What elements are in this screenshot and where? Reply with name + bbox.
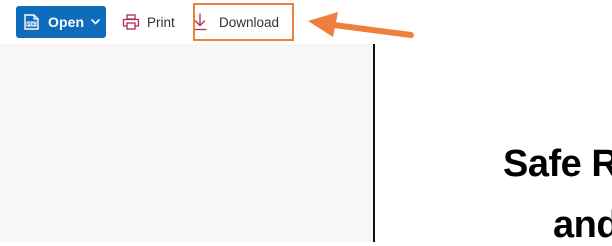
chevron-down-icon[interactable] (91, 19, 100, 25)
document-title-line-2: and (553, 204, 612, 246)
download-button-label: Download (219, 14, 280, 30)
printer-icon (122, 14, 140, 30)
svg-text:PDF: PDF (27, 22, 36, 27)
open-button-label: Open (48, 14, 85, 30)
print-button-label: Print (147, 14, 175, 30)
thumbnail-pane (0, 44, 373, 242)
download-arrow-icon (193, 13, 207, 31)
open-button[interactable]: PDF Open (16, 6, 106, 38)
print-button[interactable]: Print (122, 6, 175, 38)
document-title-line-1: Safe R (503, 143, 612, 185)
pdf-file-icon: PDF (24, 14, 39, 30)
toolbar: PDF Open Print Download (0, 0, 612, 44)
download-button[interactable]: Download (193, 6, 279, 38)
